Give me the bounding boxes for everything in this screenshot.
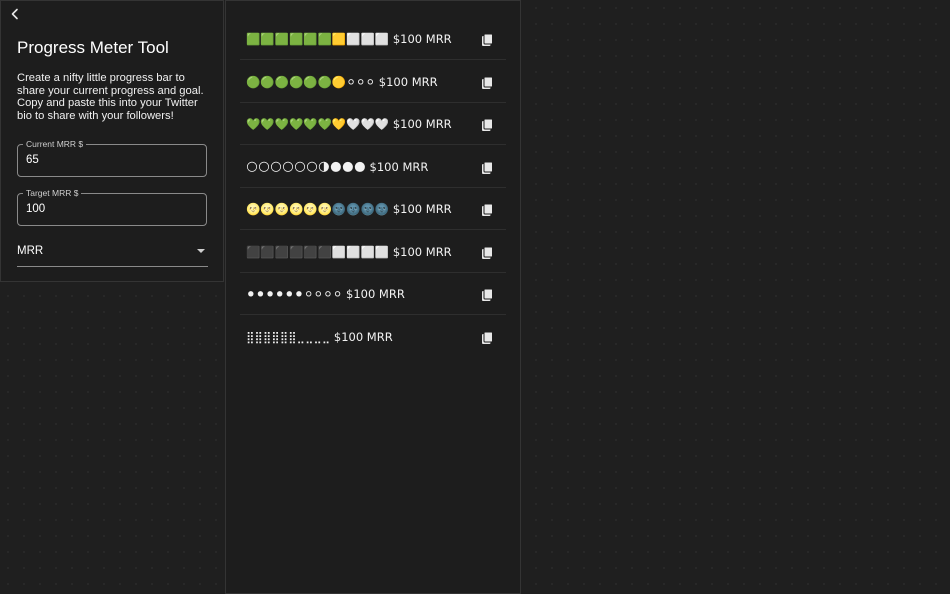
target-mrr-label: Target MRR $ [23,188,82,198]
meter-row: 🟩🟩🟩🟩🟩🟩🟨⬜⬜⬜ $100 MRR [240,18,506,60]
copy-button[interactable] [480,33,494,47]
settings-panel: Progress Meter Tool Create a nifty littl… [0,0,224,282]
page-title: Progress Meter Tool [17,38,169,57]
meter-text: 🌕🌕🌕🌕🌕🌕🌗🌑🌑🌑 $100 MRR [246,159,429,174]
unit-select-value: MRR [17,245,44,257]
meter-row: 🌕🌕🌕🌕🌕🌕🌗🌑🌑🌑 $100 MRR [240,146,506,188]
copy-icon [482,33,493,46]
meter-row: 🟢🟢🟢🟢🟢🟢🟡⚪⚪⚪ $100 MRR [240,61,506,103]
back-button[interactable] [7,6,23,22]
meter-row: 💚💚💚💚💚💚💛🤍🤍🤍 $100 MRR [240,103,506,145]
meter-text: ⣿⣿⣿⣿⣿⣿⣀⣀⣀⣀ $100 MRR [246,329,393,344]
meter-row: ⬛⬛⬛⬛⬛⬛⬜⬜⬜⬜ $100 MRR [240,231,506,273]
copy-icon [482,331,493,344]
current-mrr-label: Current MRR $ [23,139,87,149]
copy-icon [482,161,493,174]
copy-button[interactable] [480,161,494,175]
copy-icon [482,203,493,216]
copy-icon [482,246,493,259]
caret-down-icon [197,249,205,253]
copy-button[interactable] [480,246,494,260]
copy-icon [482,288,493,301]
chevron-left-icon [11,8,18,20]
meter-text: ⬛⬛⬛⬛⬛⬛⬜⬜⬜⬜ $100 MRR [246,244,452,259]
meter-text: 🟢🟢🟢🟢🟢🟢🟡⚪⚪⚪ $100 MRR [246,74,438,89]
copy-button[interactable] [480,331,494,345]
copy-button[interactable] [480,203,494,217]
meter-text: 🟩🟩🟩🟩🟩🟩🟨⬜⬜⬜ $100 MRR [246,32,452,46]
meter-row: ⣿⣿⣿⣿⣿⣿⣀⣀⣀⣀ $100 MRR [240,316,506,358]
meter-text: ⚫⚫⚫⚫⚫⚫⚪⚪⚪⚪ $100 MRR [246,287,405,301]
meter-text: 🌝🌝🌝🌝🌝🌝🌚🌚🌚🌚 $100 MRR [246,202,452,216]
tool-description: Create a nifty little progress bar to sh… [17,72,204,122]
target-mrr-input[interactable] [26,203,196,215]
copy-button[interactable] [480,288,494,302]
meter-text: 💚💚💚💚💚💚💛🤍🤍🤍 $100 MRR [246,117,452,131]
unit-select[interactable]: MRR [17,239,208,267]
current-mrr-input[interactable] [26,154,196,166]
target-mrr-field: Target MRR $ [17,188,207,226]
current-mrr-field: Current MRR $ [17,139,207,177]
copy-icon [482,76,493,89]
copy-button[interactable] [480,76,494,90]
meter-row: ⚫⚫⚫⚫⚫⚫⚪⚪⚪⚪ $100 MRR [240,273,506,315]
meters-panel: 🟩🟩🟩🟩🟩🟩🟨⬜⬜⬜ $100 MRR 🟢🟢🟢🟢🟢🟢🟡⚪⚪⚪ $100 MRR 💚💚… [225,0,521,594]
copy-button[interactable] [480,118,494,132]
copy-icon [482,118,493,131]
meter-row: 🌝🌝🌝🌝🌝🌝🌚🌚🌚🌚 $100 MRR [240,188,506,230]
